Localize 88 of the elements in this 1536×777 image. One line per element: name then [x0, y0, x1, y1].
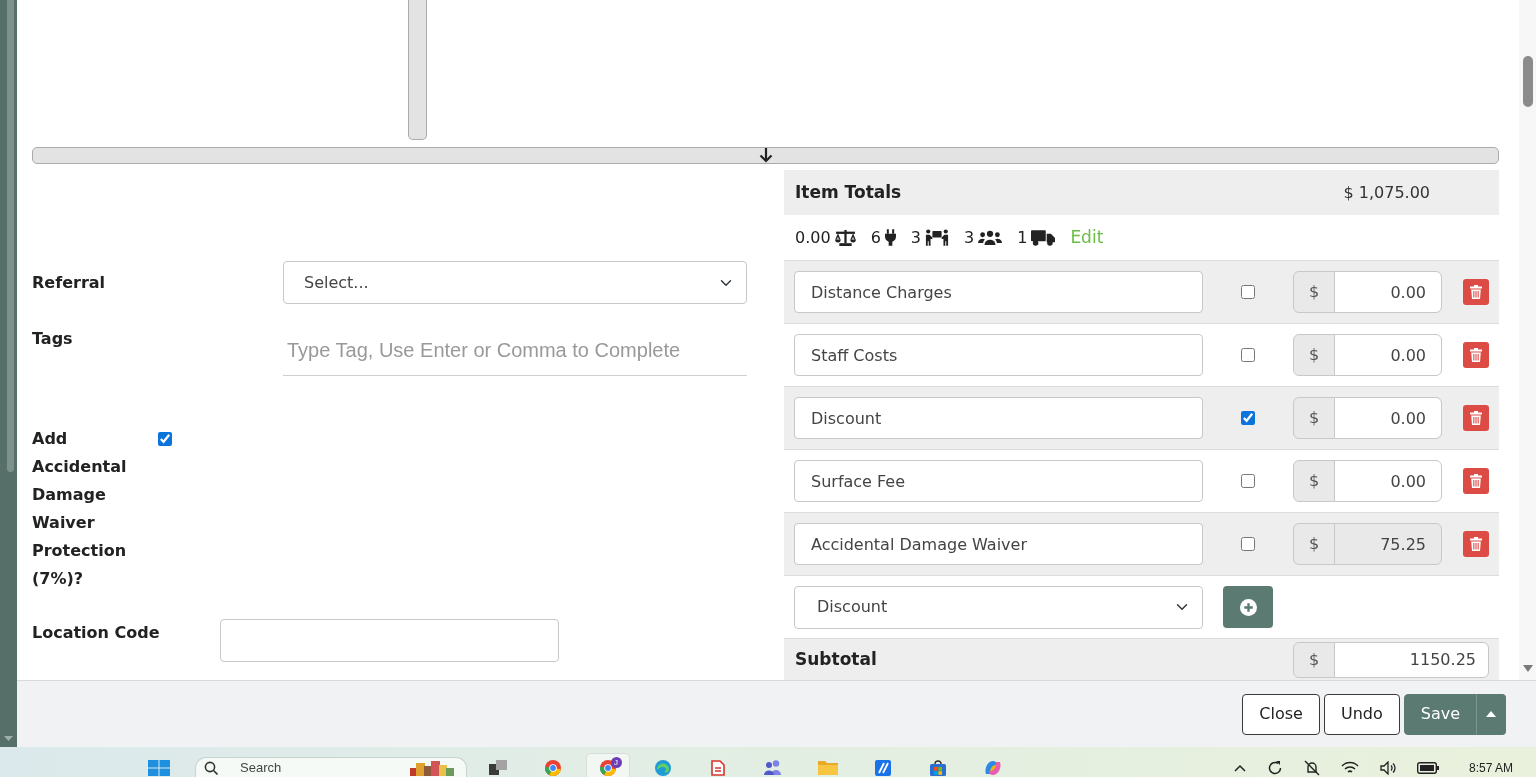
charge-name-field[interactable]: Distance Charges — [794, 271, 1203, 313]
group-icon — [978, 230, 1003, 245]
delete-button[interactable] — [1463, 468, 1489, 494]
save-menu-button[interactable] — [1476, 693, 1506, 735]
scroll-down-arrow-icon[interactable] — [4, 736, 13, 741]
charge-checkbox[interactable] — [1241, 348, 1255, 362]
document-icon[interactable] — [710, 760, 725, 776]
people-carrying-box-icon — [925, 229, 949, 246]
slanted-lines-tile-icon[interactable] — [874, 760, 891, 776]
battery-icon[interactable] — [1416, 762, 1439, 774]
stat-value: 6 — [870, 226, 881, 249]
add-button[interactable] — [1223, 586, 1273, 628]
charge-checkbox[interactable] — [1241, 411, 1255, 425]
amount-field: 75.25 — [1334, 523, 1442, 565]
search-box[interactable]: Search — [195, 757, 467, 777]
start-icon[interactable] — [148, 760, 170, 776]
delete-button[interactable] — [1463, 279, 1489, 305]
save-button[interactable]: Save — [1403, 693, 1477, 735]
charge-checkbox[interactable] — [1241, 474, 1255, 488]
totals-title: Item Totals — [795, 180, 902, 204]
waiver-label: Add Accidental Damage Waiver Protection (7%)? — [32, 428, 128, 590]
referral-label: Referral — [32, 272, 106, 292]
shopping-bag-icon[interactable] — [929, 760, 946, 776]
currency-label: $ — [1293, 334, 1335, 376]
amount-field[interactable]: 0.00 — [1334, 397, 1442, 439]
stacked-squares-icon[interactable] — [488, 760, 507, 775]
charge-checkbox[interactable] — [1241, 285, 1255, 299]
chevron-up-icon[interactable] — [1233, 764, 1246, 772]
truck-icon — [1031, 229, 1056, 246]
caret-up-icon — [1486, 711, 1496, 717]
scrollbar-thumb[interactable] — [7, 0, 14, 472]
scrollbar-thumb[interactable] — [1522, 56, 1533, 107]
splitter-handle[interactable] — [408, 0, 427, 140]
currency-label: $ — [1293, 271, 1335, 313]
charge-name-field[interactable]: Staff Costs — [794, 334, 1203, 376]
tags-field[interactable]: Type Tag, Use Enter or Comma to Complete — [283, 325, 747, 376]
search-field[interactable]: Search — [240, 757, 390, 777]
colorful-illustration-icon — [410, 759, 454, 776]
referral-select[interactable]: Select... — [283, 261, 747, 304]
amount-field[interactable]: 0.00 — [1334, 271, 1442, 313]
amount-field[interactable]: 0.00 — [1334, 460, 1442, 502]
close-button[interactable]: Close — [1242, 693, 1320, 735]
trash-icon — [1470, 411, 1482, 425]
delete-button[interactable] — [1463, 342, 1489, 368]
down-arrow-icon[interactable] — [758, 148, 773, 163]
subtotal-label: Subtotal — [795, 647, 877, 671]
speaker-icon[interactable] — [1379, 761, 1396, 775]
plug-icon — [884, 229, 896, 246]
currency-label: $ — [1293, 397, 1335, 439]
people-icon[interactable] — [762, 760, 783, 775]
undo-button[interactable]: Undo — [1323, 693, 1400, 735]
scroll-down-arrow-icon[interactable] — [1522, 665, 1533, 672]
clock-text: 8:57 AM — [1468, 760, 1513, 777]
plus-circle-icon — [1239, 598, 1257, 616]
crossed-out-bell-icon[interactable] — [1303, 760, 1320, 776]
swirl-circle-icon[interactable] — [654, 760, 671, 776]
wifi-icon[interactable] — [1340, 761, 1359, 775]
currency-label: $ — [1293, 523, 1335, 565]
balance-scale-icon — [834, 229, 856, 246]
delete-button[interactable] — [1463, 405, 1489, 431]
charge-type-select[interactable]: Discount — [794, 585, 1203, 629]
location-code-field[interactable] — [220, 619, 559, 662]
stat-value: 0.00 — [795, 226, 831, 249]
trash-icon — [1470, 285, 1482, 299]
stat-value: 3 — [964, 226, 975, 249]
delete-button[interactable] — [1463, 531, 1489, 557]
trash-icon — [1470, 537, 1482, 551]
waiver-checkbox[interactable] — [158, 432, 172, 446]
subtotal-field[interactable]: 1150.25 — [1334, 641, 1489, 678]
charge-name-field[interactable]: Discount — [794, 397, 1203, 439]
tags-label: Tags — [32, 329, 73, 348]
search-icon — [204, 760, 218, 775]
trash-icon — [1470, 348, 1482, 362]
round-browser-icon — [599, 760, 616, 776]
colorful-swirl-icon[interactable] — [983, 760, 1002, 776]
round-browser-icon[interactable] — [544, 760, 561, 776]
stat-value: 1 — [1017, 226, 1028, 249]
currency-label: $ — [1293, 641, 1335, 678]
taskbar-button[interactable]: J — [585, 753, 630, 777]
profile-badge: J — [610, 757, 622, 768]
trash-icon — [1470, 474, 1482, 488]
totals-amount: $ 1,075.00 — [1343, 181, 1430, 204]
location-code-label: Location Code — [32, 623, 160, 642]
refresh-icon[interactable] — [1266, 760, 1283, 776]
currency-label: $ — [1293, 460, 1335, 502]
stat-value: 3 — [910, 226, 921, 249]
amount-field[interactable]: 0.00 — [1334, 334, 1442, 376]
charge-name-field[interactable]: Surface Fee — [794, 460, 1203, 502]
